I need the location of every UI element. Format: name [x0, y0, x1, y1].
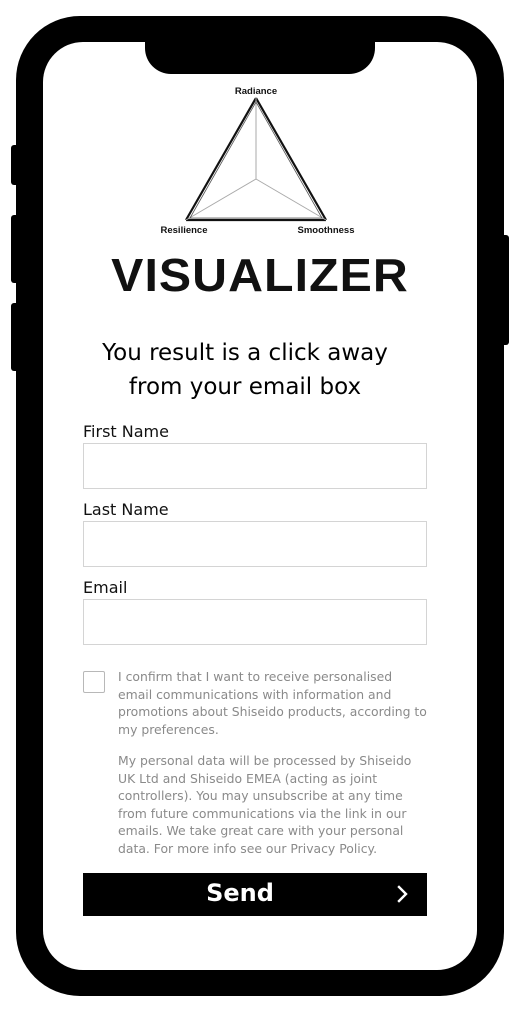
logo-label-resilience: Resilience: [161, 225, 208, 236]
headline: You result is a click away from your ema…: [60, 336, 430, 404]
logo-label-radiance: Radiance: [235, 86, 277, 97]
headline-line-1: You result is a click away: [102, 340, 388, 366]
privacy-policy-text: My personal data will be processed by Sh…: [118, 753, 412, 856]
send-button-label: Send: [206, 879, 274, 907]
headline-line-2: from your email box: [128, 374, 362, 400]
last-name-input[interactable]: [83, 521, 427, 567]
consent-checkbox[interactable]: [83, 671, 105, 693]
phone-notch: [145, 42, 375, 74]
visualizer-wordmark: VISUALIZER: [111, 249, 409, 301]
first-name-input[interactable]: [83, 443, 427, 489]
email-label: Email: [83, 578, 128, 597]
first-name-label: First Name: [83, 422, 169, 441]
visualizer-triangle-logo: Radiance Resilience Smoothness: [161, 86, 355, 236]
send-button[interactable]: Send: [83, 873, 427, 916]
phone-volume-down-button: [11, 303, 19, 371]
phone-mute-switch: [11, 145, 19, 185]
logo-label-smoothness: Smoothness: [297, 225, 354, 236]
chevron-right-icon: [397, 885, 408, 903]
email-input[interactable]: [83, 599, 427, 645]
consent-text: I confirm that I want to receive persona…: [118, 669, 427, 737]
last-name-label: Last Name: [83, 500, 169, 519]
